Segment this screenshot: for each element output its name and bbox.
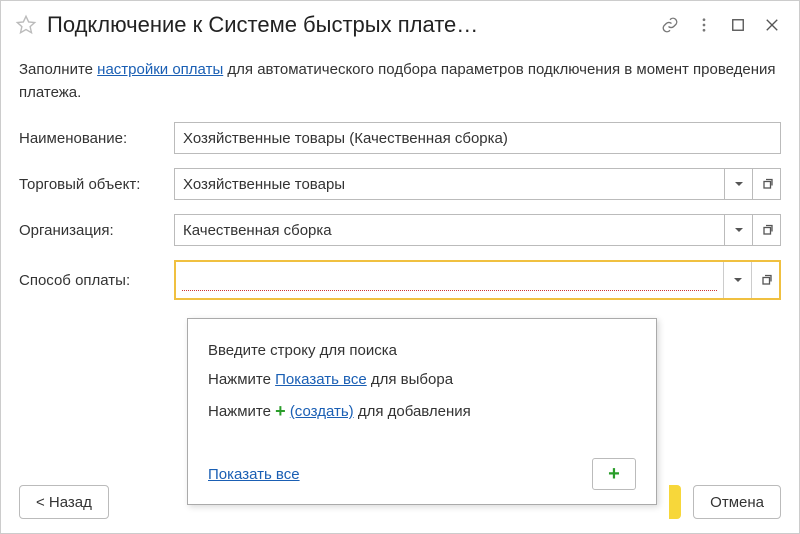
dropdown-showall-link[interactable]: Показать все <box>275 371 367 388</box>
trade-object-label: Торговый объект: <box>19 176 174 193</box>
payment-method-dropdown-button[interactable] <box>723 262 751 298</box>
org-input[interactable] <box>174 214 725 246</box>
trade-object-dropdown-button[interactable] <box>725 168 753 200</box>
payment-method-open-button[interactable] <box>751 262 779 298</box>
dropdown-add-button[interactable]: + <box>592 458 636 490</box>
org-label: Организация: <box>19 222 174 239</box>
payment-method-input[interactable] <box>182 269 717 291</box>
instruction-text: Заполните настройки оплаты для автоматич… <box>19 59 781 104</box>
link-icon[interactable] <box>653 8 687 42</box>
maximize-icon[interactable] <box>721 8 755 42</box>
payment-method-field <box>174 260 781 300</box>
back-button[interactable]: < Назад <box>19 485 109 519</box>
cancel-button[interactable]: Отмена <box>693 485 781 519</box>
dropdown-showall-hint: Нажмите Показать все для выбора <box>208 366 636 395</box>
next-button-hidden[interactable] <box>669 485 681 519</box>
payment-method-label: Способ оплаты: <box>19 272 174 289</box>
trade-object-input[interactable] <box>174 168 725 200</box>
instruction-prefix: Заполните <box>19 61 97 78</box>
more-menu-icon[interactable] <box>687 8 721 42</box>
payment-settings-link[interactable]: настройки оплаты <box>97 61 223 78</box>
dropdown-create-link[interactable]: (создать) <box>290 403 354 420</box>
plus-icon: + <box>275 401 286 421</box>
favorite-star-icon[interactable] <box>15 14 37 36</box>
name-input[interactable] <box>174 122 781 154</box>
org-dropdown-button[interactable] <box>725 214 753 246</box>
trade-object-open-button[interactable] <box>753 168 781 200</box>
dropdown-search-hint: Введите строку для поиска <box>208 337 636 366</box>
plus-icon: + <box>608 464 620 484</box>
window-title: Подключение к Системе быстрых плате… <box>47 12 653 38</box>
dropdown-create-hint: Нажмите + (создать) для добавления <box>208 394 636 428</box>
payment-method-dropdown-popup: Введите строку для поиска Нажмите Показа… <box>187 318 657 505</box>
close-icon[interactable] <box>755 8 789 42</box>
dropdown-footer-showall-link[interactable]: Показать все <box>208 466 300 483</box>
org-open-button[interactable] <box>753 214 781 246</box>
name-label: Наименование: <box>19 130 174 147</box>
